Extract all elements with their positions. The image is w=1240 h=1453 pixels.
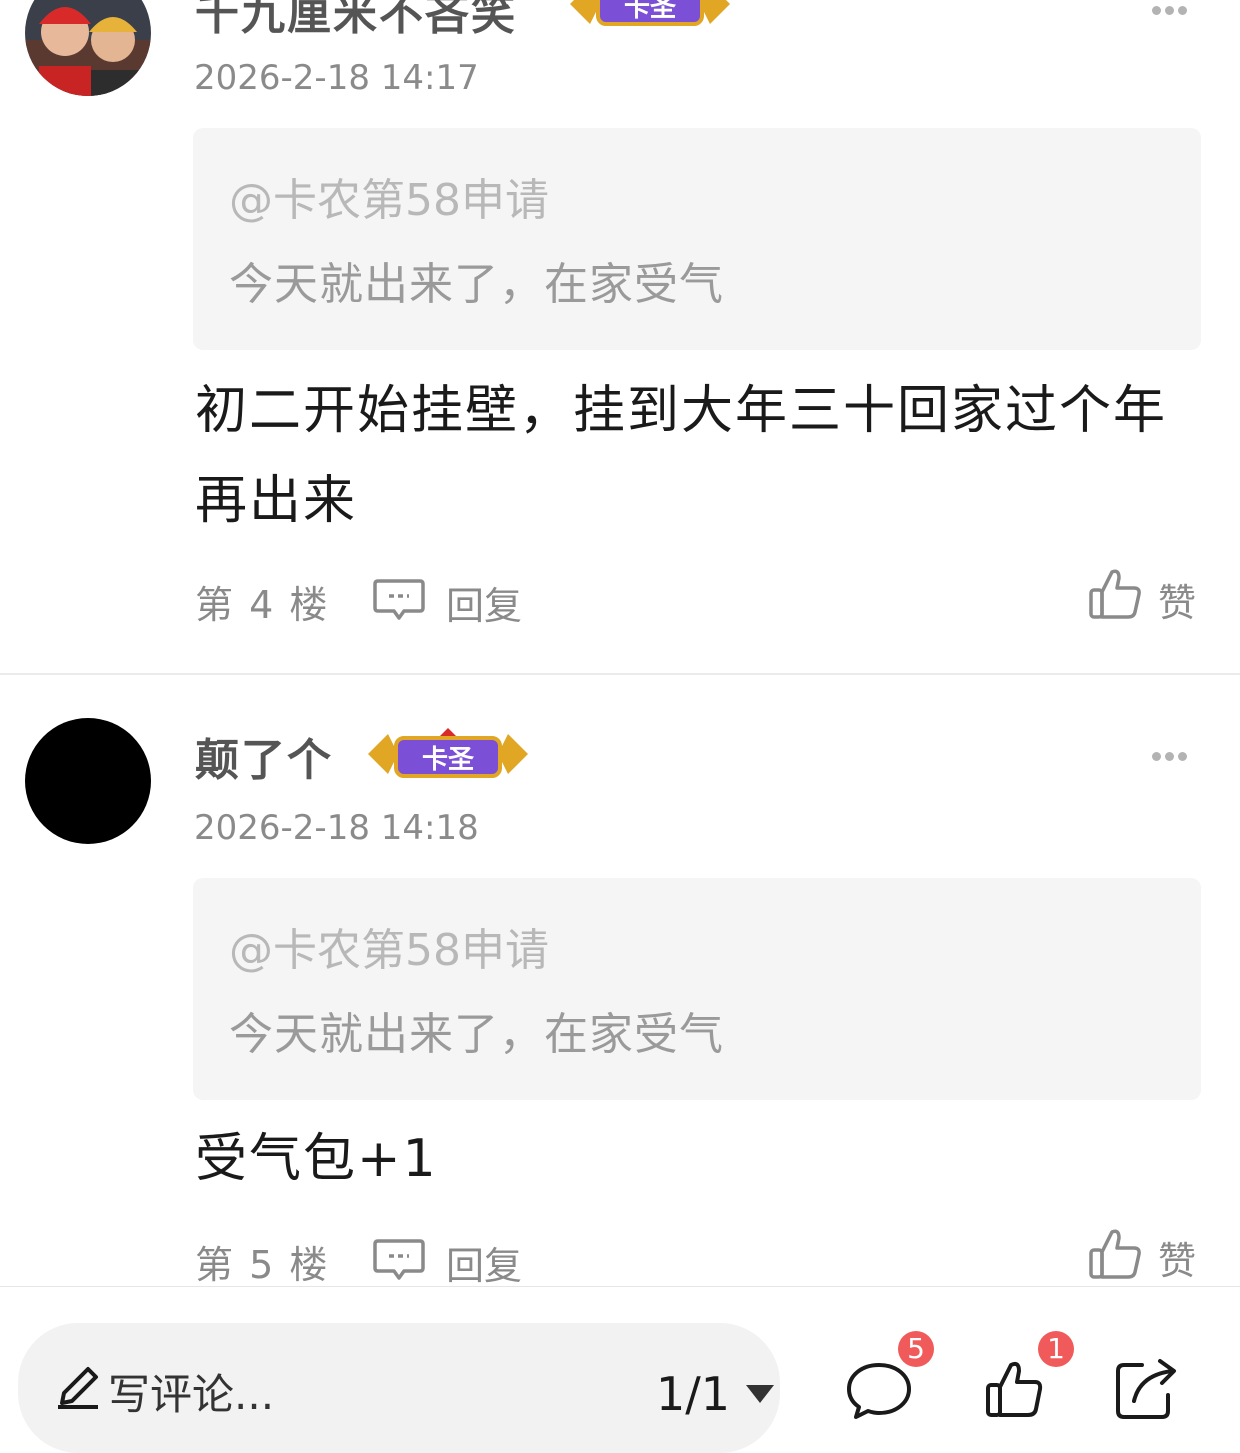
like-button[interactable]: 赞 xyxy=(1158,1230,1196,1285)
comment-time: 2026-2-18 14:18 xyxy=(194,808,479,848)
more-options-icon[interactable] xyxy=(1152,0,1192,15)
username[interactable]: 颠了个 xyxy=(195,724,333,788)
avatar-photo-icon xyxy=(25,0,151,96)
quoted-username: @卡农第58申请 xyxy=(229,175,549,226)
badge-text: 卡圣 xyxy=(624,0,677,23)
like-button[interactable]: 赞 xyxy=(1158,572,1196,627)
reply-button[interactable]: 回复 xyxy=(446,575,522,630)
thumbs-up-icon[interactable] xyxy=(1088,566,1142,620)
user-level-badge: 卡圣 xyxy=(560,0,740,32)
username[interactable]: 千九厘米不吝笑 xyxy=(195,0,517,42)
quoted-comment[interactable]: @卡农第58申请 今天就出来了，在家受气 xyxy=(193,128,1201,350)
quoted-text: 今天就出来了，在家受气 xyxy=(229,259,724,310)
divider xyxy=(0,673,1240,675)
floor-number: 第 5 楼 xyxy=(195,1243,330,1287)
quoted-text: 今天就出来了，在家受气 xyxy=(229,1009,724,1060)
page-indicator[interactable]: 1/1 xyxy=(656,1367,730,1421)
share-icon[interactable] xyxy=(1112,1357,1180,1421)
crown-badge-icon: 卡圣 xyxy=(368,728,528,778)
comment-content: 受气包+1 xyxy=(195,1129,438,1189)
comment-time: 2026-2-18 14:17 xyxy=(194,58,479,98)
comment-bubble-icon[interactable] xyxy=(844,1359,914,1421)
avatar[interactable] xyxy=(25,718,151,844)
comment-count-badge: 5 xyxy=(898,1331,934,1367)
crown-badge-icon: 卡圣 xyxy=(570,0,730,26)
quoted-username: @卡农第58申请 xyxy=(229,925,549,976)
comment-content: 初二开始挂壁，挂到大年三十回家过个年再出来 xyxy=(195,381,1168,531)
avatar[interactable] xyxy=(25,0,151,96)
badge-text: 卡圣 xyxy=(422,745,475,775)
write-comment-placeholder: 写评论... xyxy=(108,1370,275,1419)
caret-down-icon[interactable] xyxy=(746,1385,774,1403)
floor-number: 第 4 楼 xyxy=(195,583,330,627)
thumbs-up-icon[interactable] xyxy=(984,1357,1044,1419)
quoted-comment[interactable]: @卡农第58申请 今天就出来了，在家受气 xyxy=(193,878,1201,1100)
reply-icon[interactable] xyxy=(372,1237,426,1281)
more-options-icon[interactable] xyxy=(1152,746,1192,761)
user-level-badge: 卡圣 xyxy=(358,726,538,782)
reply-button[interactable]: 回复 xyxy=(446,1235,522,1290)
like-count-badge: 1 xyxy=(1038,1331,1074,1367)
thumbs-up-icon[interactable] xyxy=(1088,1226,1142,1280)
write-comment-input[interactable]: 写评论... 1/1 xyxy=(18,1323,780,1453)
pencil-icon xyxy=(58,1367,98,1409)
bottom-action-bar: 写评论... 1/1 5 1 xyxy=(0,1286,1240,1453)
reply-icon[interactable] xyxy=(372,577,426,621)
